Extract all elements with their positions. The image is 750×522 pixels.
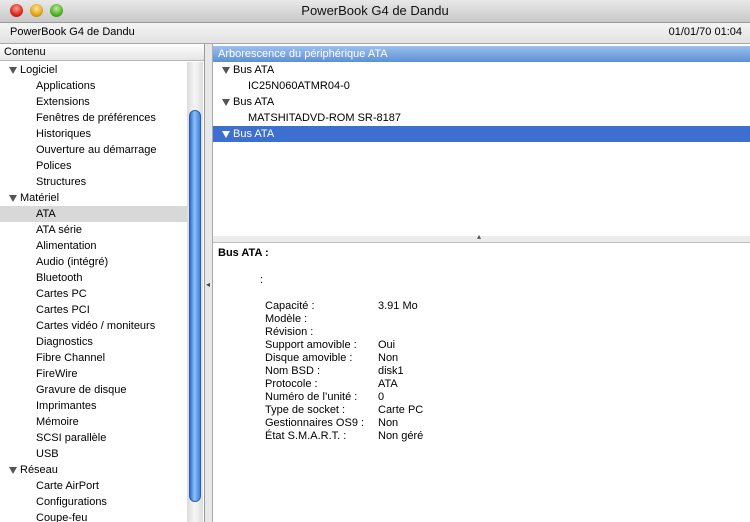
sidebar-item[interactable]: Alimentation <box>0 238 188 254</box>
sidebar-item[interactable]: Coupe-feu <box>0 510 188 522</box>
property-value: Non géré <box>378 430 424 442</box>
property-row: Disque amovible : Non <box>265 352 423 365</box>
machine-name: PowerBook G4 de Dandu <box>10 26 135 38</box>
property-value: Non <box>378 352 399 364</box>
property-value: disk1 <box>378 365 404 377</box>
scroll-thumb[interactable] <box>189 110 201 502</box>
property-key: État S.M.A.R.T. : <box>265 430 347 442</box>
sidebar-item[interactable]: Audio (intégré) <box>0 254 188 270</box>
property-row: Révision : <box>265 326 423 339</box>
property-key: Révision : <box>265 326 314 338</box>
property-value: 0 <box>378 391 385 403</box>
device-node[interactable]: Bus ATA <box>213 126 750 142</box>
property-value: Non <box>378 417 399 429</box>
info-bar: PowerBook G4 de Dandu 01/01/70 01:04 <box>0 23 750 44</box>
property-row: Gestionnaires OS9 : Non <box>265 417 423 430</box>
sidebar-group-label: Réseau <box>20 464 58 476</box>
details-title: Bus ATA : <box>218 247 269 259</box>
device-tree-header[interactable]: Arborescence du périphérique ATA <box>213 46 750 62</box>
property-key: Capacité : <box>265 300 315 312</box>
contents-pane: Contenu Logiciel Applications Extensions Fe… <box>0 44 205 522</box>
property-key: Disque amovible : <box>265 352 353 364</box>
sidebar-item[interactable]: Imprimantes <box>0 398 188 414</box>
disclosure-triangle-icon[interactable] <box>9 467 17 474</box>
disclosure-triangle-icon[interactable] <box>9 195 17 202</box>
sidebar-item[interactable]: Polices <box>0 158 188 174</box>
sidebar-item[interactable]: ATA série <box>0 222 188 238</box>
property-key: Type de socket : <box>265 404 346 416</box>
sidebar-item[interactable]: Fibre Channel <box>0 350 188 366</box>
sidebar-group-label: Matériel <box>20 192 60 204</box>
device-node[interactable]: Bus ATA <box>213 62 750 78</box>
contents-scrollbar[interactable] <box>187 62 203 522</box>
property-key: Gestionnaires OS9 : <box>265 417 365 429</box>
disclosure-triangle-icon[interactable] <box>222 131 230 138</box>
property-value: Carte PC <box>378 404 424 416</box>
device-node-label: Bus ATA <box>233 64 275 76</box>
property-row: État S.M.A.R.T. : Non géré <box>265 430 423 443</box>
disclosure-triangle-icon[interactable] <box>9 67 17 74</box>
sidebar-group[interactable]: Logiciel <box>0 62 188 78</box>
sidebar-item[interactable]: ATA <box>0 206 188 222</box>
properties-list: Capacité : 3.91 Mo Modèle : Révision : Suppo… <box>265 300 423 443</box>
sidebar-item[interactable]: Configurations <box>0 494 188 510</box>
property-row: Numéro de l’unité : 0 <box>265 391 423 404</box>
sidebar-item[interactable]: Extensions <box>0 94 188 110</box>
property-row: Modèle : <box>265 313 423 326</box>
details-subtitle: : <box>260 274 264 286</box>
device-tree: Bus ATA IC25N060ATMR04-0 Bus ATA MATSHITADV… <box>213 62 750 142</box>
sidebar-item[interactable]: Cartes PCI <box>0 302 188 318</box>
property-row: Nom BSD : disk1 <box>265 365 423 378</box>
disclosure-triangle-icon[interactable] <box>222 99 230 106</box>
sidebar-item[interactable]: Carte AirPort <box>0 478 188 494</box>
property-row: Support amovible : Oui <box>265 339 423 352</box>
property-key: Numéro de l’unité : <box>265 391 358 403</box>
sidebar-item[interactable]: Fenêtres de préférences <box>0 110 188 126</box>
property-value: Oui <box>378 339 396 351</box>
property-value: ATA <box>378 378 398 390</box>
details-pane: Bus ATA : : Capacité : 3.91 Mo Modèle : Rév… <box>213 243 750 522</box>
property-key: Modèle : <box>265 313 308 325</box>
property-key: Nom BSD : <box>265 365 321 377</box>
property-row: Type de socket : Carte PC <box>265 404 423 417</box>
sidebar-item[interactable]: Applications <box>0 78 188 94</box>
sidebar-item[interactable]: USB <box>0 446 188 462</box>
title-bar: PowerBook G4 de Dandu <box>0 0 750 23</box>
property-key: Protocole : <box>265 378 318 390</box>
sidebar-item[interactable]: Cartes PC <box>0 286 188 302</box>
collapse-left-icon[interactable]: ◂ <box>206 280 210 289</box>
sidebar-item[interactable]: Cartes vidéo / moniteurs <box>0 318 188 334</box>
sidebar-item[interactable]: Structures <box>0 174 188 190</box>
contents-header[interactable]: Contenu <box>0 44 204 61</box>
sidebar-item[interactable]: Ouverture au démarrage <box>0 142 188 158</box>
sidebar-item[interactable]: Gravure de disque <box>0 382 188 398</box>
property-row: Capacité : 3.91 Mo <box>265 300 423 313</box>
collapse-up-icon[interactable]: ▴ <box>477 232 481 241</box>
horizontal-splitter[interactable]: ▴ <box>213 232 750 243</box>
device-node-label: Bus ATA <box>233 128 275 140</box>
sidebar-item[interactable]: Historiques <box>0 126 188 142</box>
property-value: 3.91 Mo <box>378 300 418 312</box>
date-time: 01/01/70 01:04 <box>668 26 742 38</box>
device-child[interactable]: MATSHITADVD-ROM SR-8187 <box>213 110 750 126</box>
sidebar-item[interactable]: Diagnostics <box>0 334 188 350</box>
sidebar-group[interactable]: Matériel <box>0 190 188 206</box>
sidebar-group-label: Logiciel <box>20 64 58 76</box>
device-tree-pane: Arborescence du périphérique ATA Bus ATA… <box>213 44 750 237</box>
sidebar-item[interactable]: Mémoire <box>0 414 188 430</box>
property-row: Protocole : ATA <box>265 378 423 391</box>
sidebar-group[interactable]: Réseau <box>0 462 188 478</box>
property-key: Support amovible : <box>265 339 357 351</box>
device-node[interactable]: Bus ATA <box>213 94 750 110</box>
sidebar-item[interactable]: SCSI parallèle <box>0 430 188 446</box>
device-node-label: Bus ATA <box>233 96 275 108</box>
window-title: PowerBook G4 de Dandu <box>301 3 449 18</box>
sidebar-item[interactable]: FireWire <box>0 366 188 382</box>
vertical-splitter[interactable]: ◂ <box>205 44 213 522</box>
device-child[interactable]: IC25N060ATMR04-0 <box>213 78 750 94</box>
contents-tree: Logiciel Applications Extensions Fenêtres d… <box>0 62 188 522</box>
disclosure-triangle-icon[interactable] <box>222 67 230 74</box>
sidebar-item[interactable]: Bluetooth <box>0 270 188 286</box>
